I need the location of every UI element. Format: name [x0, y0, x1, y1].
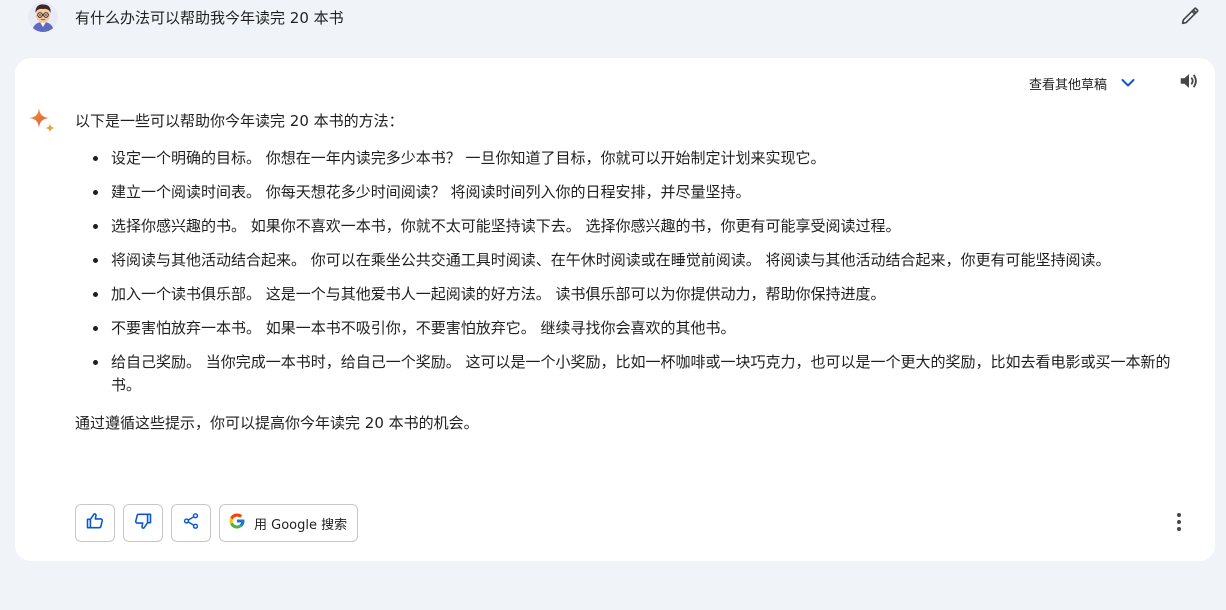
thumbs-up-icon: [85, 511, 105, 535]
tip-item: 选择你感兴趣的书。 如果你不喜欢一本书，你就不太可能坚持读下去。 选择你感兴趣的…: [93, 215, 1185, 238]
more-vert-icon: [1176, 512, 1182, 536]
pencil-icon: [1179, 5, 1201, 31]
thumbs-up-button[interactable]: [75, 504, 115, 542]
more-options-button[interactable]: [1165, 510, 1193, 538]
user-prompt-row: 有什么办法可以帮助我今年读完 20 本书: [0, 0, 1226, 40]
response-intro: 以下是一些可以帮助你今年读完 20 本书的方法：: [75, 112, 404, 130]
tip-item: 不要害怕放弃一本书。 如果一本书不吸引你，不要害怕放弃它。 继续寻找你会喜欢的其…: [93, 317, 1185, 340]
edit-prompt-button[interactable]: [1177, 5, 1203, 31]
response-actions: 用 Google 搜索: [75, 504, 359, 544]
show-drafts-label: 查看其他草稿: [1029, 77, 1108, 93]
tip-item: 给自己奖励。 当你完成一本书时，给自己一个奖励。 这可以是一个小奖励，比如一杯咖…: [93, 351, 1185, 397]
thumbs-down-icon: [133, 511, 153, 535]
speaker-icon: [1178, 70, 1200, 96]
share-button[interactable]: [171, 504, 211, 542]
tip-item: 设定一个明确的目标。 你想在一年内读完多少本书？ 一旦你知道了目标，你就可以开始…: [93, 147, 1185, 170]
tip-item: 建立一个阅读时间表。 你每天想花多少时间阅读？ 将阅读时间列入你的日程安排，并尽…: [93, 181, 1185, 204]
response-card: 查看其他草稿 以下是一些可以帮助你今年读完 20 本书的方法： 设定一个明确的目…: [15, 58, 1215, 561]
prompt-text: 有什么办法可以帮助我今年读完 20 本书: [75, 9, 344, 27]
tip-item: 加入一个读书俱乐部。 这是一个与其他爱书人一起阅读的好方法。 读书俱乐部可以为你…: [93, 283, 1185, 306]
google-search-button[interactable]: 用 Google 搜索: [219, 504, 359, 542]
thumbs-down-button[interactable]: [123, 504, 163, 542]
sparkle-icon: [28, 108, 58, 138]
google-g-icon: [228, 512, 246, 534]
chevron-down-icon: [1119, 74, 1137, 92]
tips-list: 设定一个明确的目标。 你想在一年内读完多少本书？ 一旦你知道了目标，你就可以开始…: [75, 147, 1185, 397]
listen-button[interactable]: [1176, 70, 1202, 96]
show-drafts-toggle[interactable]: 查看其他草稿: [1029, 72, 1137, 94]
share-icon: [182, 512, 200, 534]
tip-item: 将阅读与其他活动结合起来。 你可以在乘坐公共交通工具时阅读、在午休时阅读或在睡觉…: [93, 249, 1185, 272]
google-search-label: 用 Google 搜索: [254, 517, 348, 533]
user-avatar: [28, 2, 58, 32]
response-outro: 通过遵循这些提示，你可以提高你今年读完 20 本书的机会。: [75, 414, 479, 432]
response-body: 以下是一些可以帮助你今年读完 20 本书的方法： 设定一个明确的目标。 你想在一…: [75, 110, 1185, 435]
